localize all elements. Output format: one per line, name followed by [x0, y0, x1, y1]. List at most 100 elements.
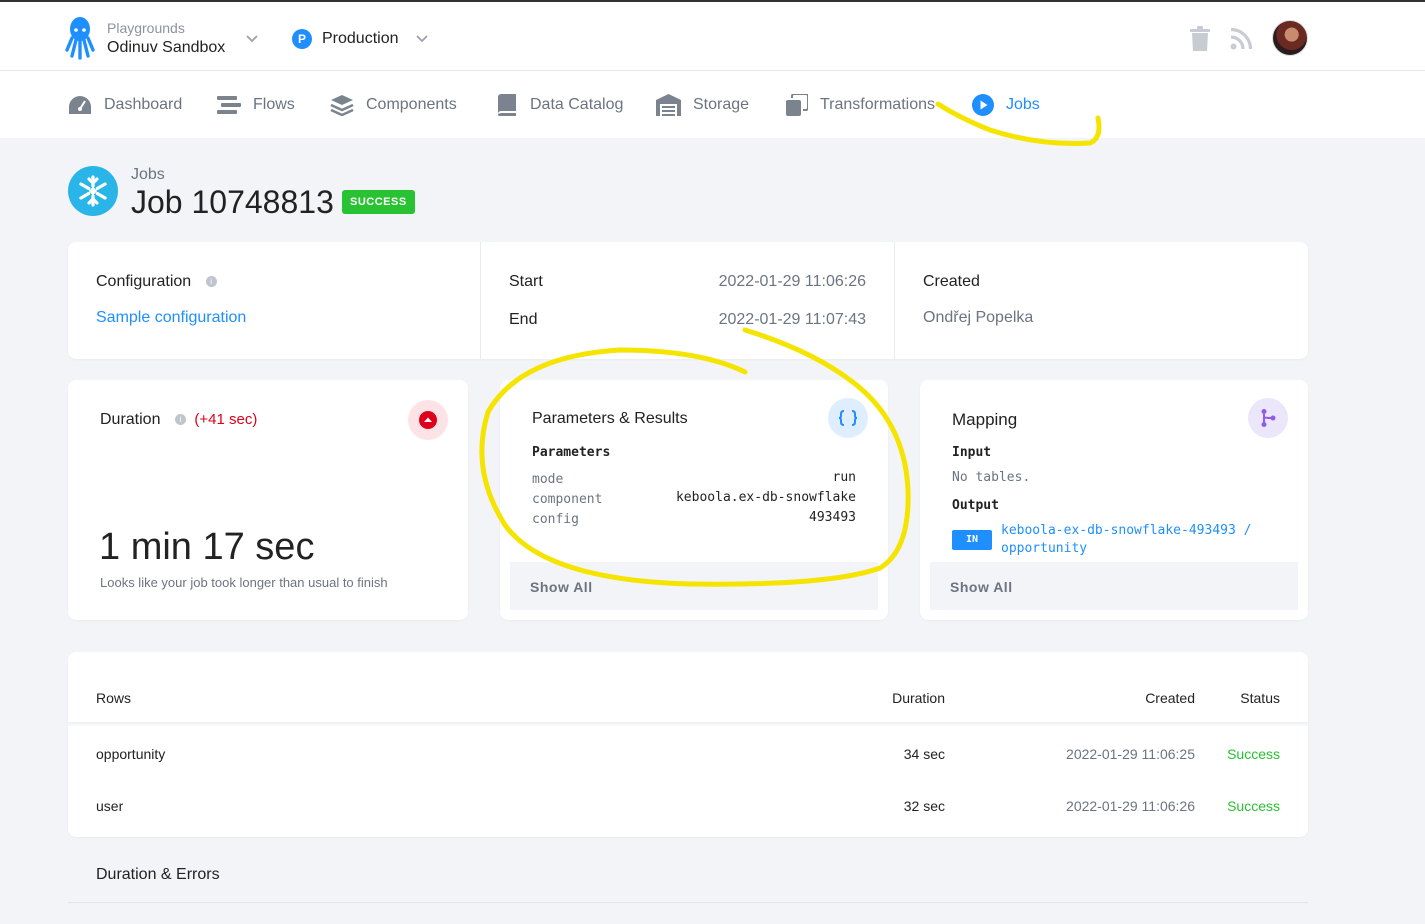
- parameter-key: component: [532, 492, 603, 507]
- nav-label-storage: Storage: [693, 96, 750, 113]
- parameter-row: component keboola.ex-db-snowflake: [532, 490, 856, 510]
- book-icon: [497, 94, 516, 116]
- parameter-key: mode: [532, 472, 564, 487]
- nav-item-flows[interactable]: Flows: [217, 93, 295, 117]
- keboola-logo-icon[interactable]: [64, 16, 96, 60]
- column-header-status: Status: [1240, 690, 1280, 706]
- play-circle-icon: [972, 94, 994, 116]
- row-status: Success: [1227, 746, 1280, 762]
- gauge-icon: [69, 96, 91, 114]
- row-created: 2022-01-29 11:06:26: [1066, 798, 1195, 814]
- row-status: Success: [1227, 798, 1280, 814]
- mapping-graph-button[interactable]: [1248, 398, 1288, 438]
- parameters-results-card: Parameters & Results Parameters mode run…: [500, 380, 888, 620]
- created-label: Created: [923, 273, 980, 290]
- warehouse-icon: [656, 94, 681, 116]
- code-view-button[interactable]: [828, 398, 868, 438]
- parameters-section-label: Parameters: [532, 445, 611, 460]
- snowflake-icon: [79, 175, 107, 207]
- duration-delta: (+41 sec): [194, 411, 258, 428]
- duration-alert-button[interactable]: [408, 400, 448, 440]
- layers-icon: [330, 95, 354, 116]
- parameter-key: config: [532, 512, 579, 527]
- start-value: 2022-01-29 11:06:26: [718, 273, 866, 290]
- duration-errors-title: Duration & Errors: [96, 866, 220, 883]
- column-header-rows: Rows: [96, 690, 132, 706]
- mapping-card: Mapping Input No tables. Output IN keboo…: [920, 380, 1308, 620]
- configuration-label-row: Configuration i: [96, 273, 217, 291]
- parameter-value: keboola.ex-db-snowflake: [675, 490, 856, 505]
- copy-icon: [786, 94, 808, 116]
- project-group-label: Playgrounds: [107, 20, 185, 36]
- nav-item-data-catalog[interactable]: Data Catalog: [496, 93, 623, 117]
- header-divider: [68, 722, 1308, 726]
- nav-item-transformations[interactable]: Transformations: [786, 93, 935, 117]
- top-bar: Playgrounds Odinuv Sandbox P Production: [0, 0, 1425, 71]
- duration-title: Duration: [100, 411, 161, 428]
- duration-value: 1 min 17 sec: [99, 526, 315, 568]
- mapping-show-all-button[interactable]: Show All: [930, 562, 1298, 610]
- row-created: 2022-01-29 11:06:25: [1066, 746, 1195, 762]
- row-name: user: [96, 798, 124, 814]
- column-header-duration: Duration: [892, 690, 945, 706]
- configuration-link[interactable]: Sample configuration: [96, 309, 246, 327]
- section-divider: [68, 902, 1308, 903]
- divider: [894, 242, 895, 359]
- nav-label-transformations: Transformations: [820, 96, 935, 113]
- nav-label-flows: Flows: [253, 96, 295, 113]
- braces-icon: [838, 410, 858, 426]
- caret-up-circle-icon: [419, 411, 437, 429]
- nav-item-components[interactable]: Components: [330, 93, 457, 117]
- parameter-value: 493493: [809, 510, 856, 525]
- mapping-output-label: Output: [952, 498, 999, 513]
- branch-icon: [1261, 409, 1276, 427]
- trash-icon[interactable]: [1189, 26, 1211, 52]
- output-table-link[interactable]: keboola-ex-db-snowflake-493493 /: [1001, 523, 1251, 538]
- status-badge: SUCCESS: [342, 190, 415, 214]
- parameter-row: config 493493: [532, 510, 856, 530]
- end-label: End: [509, 311, 538, 328]
- rows-table-card: Rows Duration Created Status opportunity…: [68, 652, 1308, 837]
- info-icon[interactable]: i: [205, 276, 217, 288]
- mapping-input-label: Input: [952, 445, 992, 460]
- duration-title-row: Duration i (+41 sec): [100, 411, 257, 429]
- rss-icon[interactable]: [1230, 28, 1252, 50]
- nav-item-storage[interactable]: Storage: [656, 93, 749, 117]
- mapping-input-value: No tables.: [952, 470, 1031, 485]
- end-value: 2022-01-29 11:07:43: [718, 311, 866, 328]
- project-name[interactable]: Odinuv Sandbox: [107, 39, 225, 57]
- nav-label-dashboard: Dashboard: [104, 96, 183, 113]
- user-avatar[interactable]: [1272, 20, 1308, 56]
- output-table-link-continued[interactable]: opportunity: [1001, 541, 1087, 556]
- created-by: Ondřej Popelka: [923, 309, 1034, 326]
- job-info-card: Configuration i Sample configuration Sta…: [68, 242, 1308, 359]
- parameters-list: mode run component keboola.ex-db-snowfla…: [532, 470, 856, 530]
- nav-item-dashboard[interactable]: Dashboard: [68, 93, 182, 117]
- row-name: opportunity: [96, 746, 166, 762]
- branch-name[interactable]: Production: [322, 30, 399, 48]
- breadcrumb[interactable]: Jobs: [131, 166, 165, 184]
- snowflake-component-icon: [68, 166, 118, 216]
- main-navigation: Dashboard Flows Components Data Catalog …: [0, 71, 1425, 138]
- parameter-row: mode run: [532, 470, 856, 490]
- parameter-value: run: [832, 470, 856, 485]
- mapping-title: Mapping: [952, 410, 1018, 429]
- info-icon[interactable]: i: [174, 414, 186, 426]
- parameters-show-all-button[interactable]: Show All: [510, 562, 878, 610]
- branch-badge: P: [292, 29, 312, 49]
- branch-chevron-down-icon[interactable]: [415, 31, 429, 45]
- duration-note: Looks like your job took longer than usu…: [100, 575, 388, 590]
- project-chevron-down-icon[interactable]: [245, 31, 259, 45]
- output-stage-badge: IN: [952, 530, 992, 550]
- row-duration: 32 sec: [903, 798, 945, 814]
- flows-icon: [217, 96, 241, 114]
- nav-label-components: Components: [366, 96, 457, 113]
- nav-item-jobs[interactable]: Jobs: [972, 93, 1040, 117]
- duration-card: Duration i (+41 sec) 1 min 17 sec Looks …: [68, 380, 468, 620]
- column-header-created: Created: [1145, 690, 1195, 706]
- divider: [480, 242, 481, 359]
- nav-label-jobs: Jobs: [1006, 96, 1040, 113]
- parameters-title: Parameters & Results: [532, 410, 688, 427]
- configuration-label: Configuration: [96, 273, 192, 290]
- row-duration: 34 sec: [903, 746, 945, 762]
